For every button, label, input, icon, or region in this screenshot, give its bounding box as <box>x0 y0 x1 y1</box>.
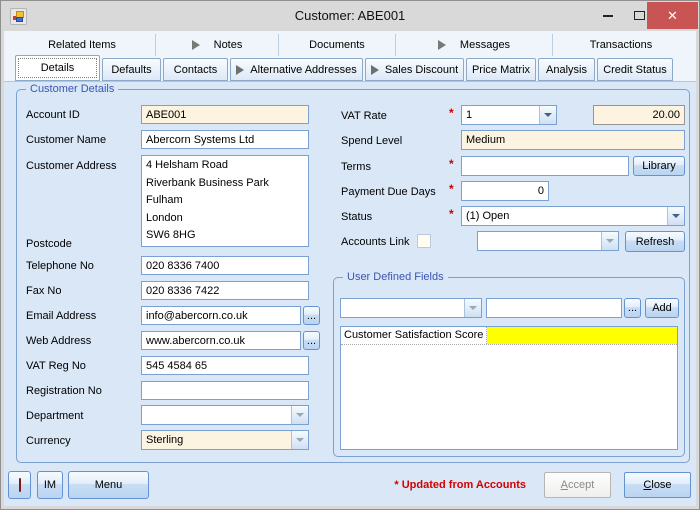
chevron-down-icon[interactable] <box>291 406 308 424</box>
udf-value-input[interactable] <box>486 298 622 318</box>
required-mark: * <box>449 157 454 171</box>
customer-name-field[interactable] <box>141 130 309 149</box>
status-select[interactable]: (1) Open <box>461 206 685 226</box>
close-icon: ✕ <box>667 8 678 24</box>
email-label: Email Address <box>26 307 96 326</box>
tab-contacts[interactable]: Contacts <box>163 58 228 81</box>
currency-select[interactable]: Sterling <box>141 430 309 450</box>
accept-button[interactable]: Accept <box>544 472 611 498</box>
status-label: Status <box>341 208 372 227</box>
vat-rate-select[interactable]: 1 <box>461 105 557 125</box>
registration-label: Registration No <box>26 382 102 401</box>
tab-sales-discount[interactable]: Sales Discount <box>365 58 464 81</box>
minimize-button[interactable] <box>594 3 622 28</box>
im-button[interactable]: IM <box>37 471 63 499</box>
minimize-icon <box>603 15 613 17</box>
udf-field-select[interactable] <box>340 298 482 318</box>
vat-reg-field[interactable] <box>141 356 309 375</box>
customer-details-group-title: Customer Details <box>26 82 118 96</box>
department-select[interactable] <box>141 405 309 425</box>
menu-button[interactable]: Menu <box>68 471 149 499</box>
tab-alternative-addresses[interactable]: Alternative Addresses <box>230 58 363 81</box>
tab-analysis[interactable]: Analysis <box>538 58 595 81</box>
play-arrow-icon <box>438 40 446 50</box>
payment-due-days-label: Payment Due Days <box>341 183 436 202</box>
registration-field[interactable] <box>141 381 309 400</box>
detail-tab-row: Details Defaults Contacts Alternative Ad… <box>15 57 675 81</box>
terms-label: Terms <box>341 158 371 177</box>
telephone-field[interactable] <box>141 256 309 275</box>
udf-row-name: Customer Satisfaction Score <box>341 327 487 344</box>
tab-defaults[interactable]: Defaults <box>102 58 161 81</box>
vat-rate-percent-field <box>593 105 685 125</box>
customer-window: Customer: ABE001 ✕ Related Items Notes D… <box>0 0 700 510</box>
currency-label: Currency <box>26 432 71 451</box>
chevron-down-icon[interactable] <box>601 232 618 250</box>
required-mark: * <box>449 207 454 221</box>
spend-level-field <box>461 130 685 150</box>
play-arrow-icon <box>236 65 244 75</box>
udf-row-value-cell[interactable] <box>487 327 677 344</box>
web-field[interactable] <box>141 331 301 350</box>
chevron-down-icon[interactable] <box>539 106 556 124</box>
required-mark: * <box>449 182 454 196</box>
updated-from-accounts-note: * Updated from Accounts <box>301 471 526 499</box>
tab-price-matrix[interactable]: Price Matrix <box>466 58 536 81</box>
accounts-link-checkbox[interactable] <box>417 234 431 248</box>
udf-list-row[interactable]: Customer Satisfaction Score <box>341 327 677 345</box>
nav-tab-row: Related Items Notes Documents Messages T… <box>9 34 689 56</box>
vat-reg-label: VAT Reg No <box>26 357 86 376</box>
user-defined-fields-group: User Defined Fields ... Add Customer Sat… <box>333 277 685 457</box>
department-label: Department <box>26 407 83 426</box>
titlebar: Customer: ABE001 ✕ <box>1 1 699 31</box>
close-button[interactable]: Close <box>624 472 691 498</box>
tab-related-items[interactable]: Related Items <box>9 34 156 56</box>
play-arrow-icon <box>192 40 200 50</box>
udf-list: Customer Satisfaction Score <box>340 326 678 450</box>
pushpin-icon <box>19 479 21 491</box>
tab-messages[interactable]: Messages <box>396 34 553 56</box>
udf-browse-button[interactable]: ... <box>624 298 641 318</box>
udf-add-button[interactable]: Add <box>645 298 679 318</box>
terms-field[interactable] <box>461 156 629 176</box>
tab-details[interactable]: Details <box>15 55 100 81</box>
tab-notes[interactable]: Notes <box>156 34 279 56</box>
accounts-link-select[interactable] <box>477 231 619 251</box>
required-mark: * <box>449 106 454 120</box>
pin-button[interactable] <box>8 471 31 499</box>
play-arrow-icon <box>371 65 379 75</box>
web-browse-button[interactable]: ... <box>303 331 320 350</box>
refresh-button[interactable]: Refresh <box>625 231 685 252</box>
tab-credit-status[interactable]: Credit Status <box>597 58 673 81</box>
accounts-link-label: Accounts Link <box>341 233 409 252</box>
email-field[interactable] <box>141 306 301 325</box>
fax-label: Fax No <box>26 282 61 301</box>
fax-field[interactable] <box>141 281 309 300</box>
udf-group-title: User Defined Fields <box>343 270 448 284</box>
telephone-label: Telephone No <box>26 257 94 276</box>
account-id-label: Account ID <box>26 106 80 125</box>
account-id-field[interactable] <box>141 105 309 124</box>
tab-documents[interactable]: Documents <box>279 34 396 56</box>
maximize-icon <box>634 11 645 20</box>
postcode-label: Postcode <box>26 235 72 254</box>
web-label: Web Address <box>26 332 91 351</box>
payment-due-days-field[interactable] <box>461 181 549 201</box>
customer-address-field[interactable]: 4 Helsham Road Riverbank Business Park F… <box>141 155 309 247</box>
library-button[interactable]: Library <box>633 156 685 176</box>
customer-name-label: Customer Name <box>26 131 106 150</box>
chevron-down-icon[interactable] <box>464 299 481 317</box>
close-window-button[interactable]: ✕ <box>647 2 698 29</box>
spend-level-label: Spend Level <box>341 132 402 151</box>
vat-rate-label: VAT Rate <box>341 107 387 126</box>
chevron-down-icon[interactable] <box>291 431 308 449</box>
chevron-down-icon[interactable] <box>667 207 684 225</box>
email-browse-button[interactable]: ... <box>303 306 320 325</box>
customer-address-label: Customer Address <box>26 157 116 176</box>
tab-transactions[interactable]: Transactions <box>553 34 689 56</box>
